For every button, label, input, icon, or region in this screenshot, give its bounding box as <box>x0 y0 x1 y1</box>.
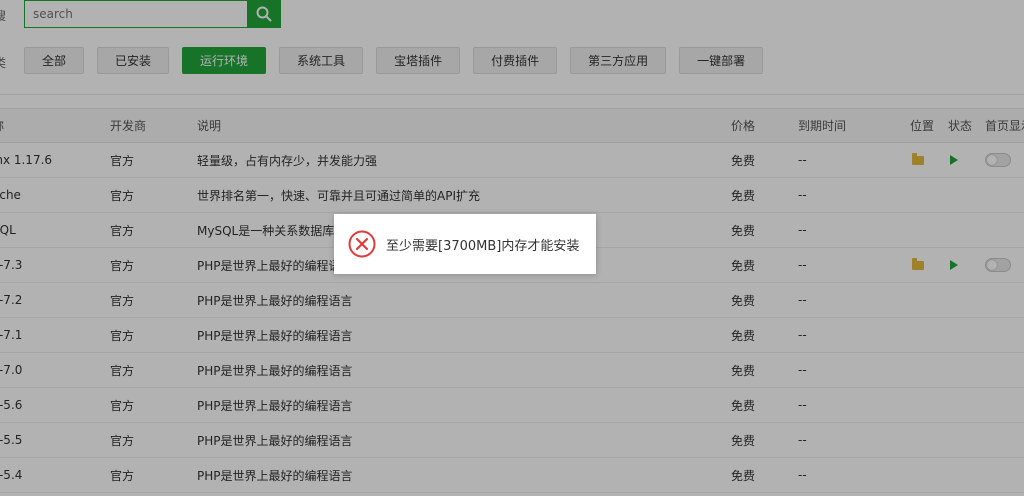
plugin-store-page: 搜 类 全部已安装运行环境系统工具宝塔插件付费插件第三方应用一键部署 称 开发商… <box>0 0 1024 496</box>
error-circle-icon <box>348 230 376 258</box>
toast-message: 至少需要[3700MB]内存才能安装 <box>386 238 580 254</box>
error-toast: 至少需要[3700MB]内存才能安装 <box>334 214 596 274</box>
